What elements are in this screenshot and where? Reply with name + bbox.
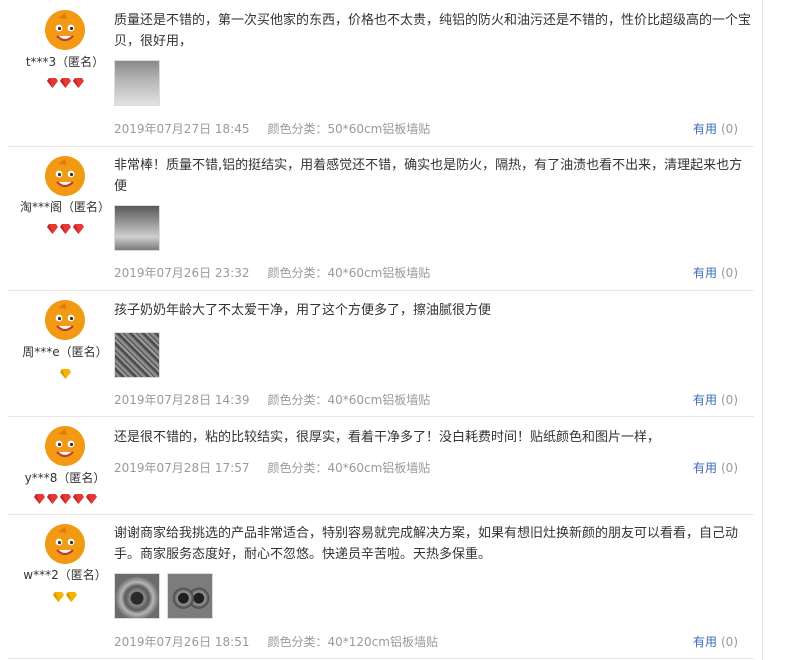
review-item: w***2（匿名） 谢谢商家给我挑选的产品非常适合，特别容易就完成解决方案，如果… [8,514,754,659]
buyer-rank-badge [8,587,122,602]
reviewer-name: 周***e（匿名） [22,345,108,359]
useful-count: (0) [721,122,738,136]
review-item: t***3（匿名） 质量还是不错的，第一次买他家的东西，价格也不太贵，纯铝的防火… [8,0,754,147]
review-text: 质量还是不错的，第一次买他家的东西，价格也不太贵，纯铝的防火和油污还是不错的，性… [114,13,752,49]
review-photo-thumbnail[interactable] [114,205,160,251]
useful-control: 有用 (0) [693,120,738,137]
review-date: 2019年07月26日 18:51 [114,635,250,649]
review-meta: 2019年07月28日 14:39 颜色分类：40*60cm铝板墙贴 [114,391,430,408]
review-photo-thumbnail[interactable] [114,332,160,378]
avatar[interactable] [45,300,85,340]
review-meta: 2019年07月26日 18:51 颜色分类：40*120cm铝板墙贴 [114,633,438,650]
sku-info: 颜色分类：40*120cm铝板墙贴 [267,635,438,649]
useful-count: (0) [721,266,738,280]
review-date: 2019年07月28日 14:39 [114,393,250,407]
avatar-face-icon [45,10,85,50]
useful-count: (0) [721,461,738,475]
buyer-rank-badge [8,219,122,234]
avatar-face-icon [45,524,85,564]
red-diamond-icon [33,494,45,504]
review-list: t***3（匿名） 质量还是不错的，第一次买他家的东西，价格也不太贵，纯铝的防火… [0,0,796,660]
avatar[interactable] [45,524,85,564]
review-item: 周***e（匿名） 孩子奶奶年龄大了不太爱干净，用了这个方便多了，擦油腻很方便 … [8,290,754,417]
red-diamond-icon [59,494,71,504]
sku-info: 颜色分类：50*60cm铝板墙贴 [267,122,431,136]
buyer-rank-badge [8,489,122,504]
useful-control: 有用 (0) [693,264,738,281]
review-meta: 2019年07月26日 23:32 颜色分类：40*60cm铝板墙贴 [114,264,430,281]
reviewer-name: t***3（匿名） [25,55,105,69]
review-photos [114,60,167,106]
review-photos [114,332,167,378]
gold-diamond-icon [53,592,64,602]
review-date: 2019年07月26日 23:32 [114,266,250,280]
useful-count: (0) [721,635,738,649]
buyer-rank-badge [8,73,122,88]
useful-control: 有用 (0) [693,459,738,476]
sku-info: 颜色分类：40*60cm铝板墙贴 [267,461,431,475]
red-diamond-icon [72,78,84,88]
review-text: 孩子奶奶年龄大了不太爱干净，用了这个方便多了，擦油腻很方便 [114,303,492,318]
avatar-face-icon [45,300,85,340]
reviewer-name: 淘***阁（匿名） [19,200,110,214]
review-photo-thumbnail[interactable] [114,60,160,106]
red-diamond-icon [85,494,97,504]
review-photos [114,573,220,619]
useful-count: (0) [721,393,738,407]
useful-control: 有用 (0) [693,391,738,408]
avatar-face-icon [45,156,85,196]
review-item: y***8（匿名） 还是很不错的，粘的比较结实，很厚实，看着干净多了！没白耗费时… [8,416,754,515]
red-diamond-icon [46,494,58,504]
review-text: 谢谢商家给我挑选的产品非常适合，特别容易就完成解决方案，如果有想旧灶换新颜的朋友… [114,526,739,562]
red-diamond-icon [59,78,71,88]
avatar[interactable] [45,156,85,196]
useful-control: 有用 (0) [693,633,738,650]
red-diamond-icon [59,224,71,234]
reviewer-name: y***8（匿名） [24,471,106,485]
review-meta: 2019年07月27日 18:45 颜色分类：50*60cm铝板墙贴 [114,120,430,137]
scroll-rail[interactable] [762,0,763,660]
sku-info: 颜色分类：40*60cm铝板墙贴 [267,266,431,280]
buyer-rank-badge [8,364,122,379]
useful-button[interactable]: 有用 [693,393,717,407]
gold-diamond-icon [59,369,71,379]
review-meta: 2019年07月28日 17:57 颜色分类：40*60cm铝板墙贴 [114,459,430,476]
review-item: 淘***阁（匿名） 非常棒！质量不错,铝的挺结实，用着感觉还不错，确实也是防火，… [8,146,754,291]
red-diamond-icon [46,78,58,88]
reviewer-name: w***2（匿名） [23,568,107,582]
red-diamond-icon [46,224,58,234]
review-date: 2019年07月28日 17:57 [114,461,250,475]
review-text: 非常棒！质量不错,铝的挺结实，用着感觉还不错，确实也是防火，隔热，有了油渍也看不… [114,158,743,194]
avatar[interactable] [45,426,85,466]
useful-button[interactable]: 有用 [693,266,717,280]
sku-info: 颜色分类：40*60cm铝板墙贴 [267,393,431,407]
review-photo-thumbnail[interactable] [114,573,160,619]
avatar[interactable] [45,10,85,50]
review-date: 2019年07月27日 18:45 [114,122,250,136]
gold-diamond-icon [66,592,77,602]
review-photo-thumbnail[interactable] [167,573,213,619]
red-diamond-icon [72,494,84,504]
red-diamond-icon [72,224,84,234]
review-photos [114,205,167,251]
useful-button[interactable]: 有用 [693,461,717,475]
useful-button[interactable]: 有用 [693,122,717,136]
useful-button[interactable]: 有用 [693,635,717,649]
review-text: 还是很不错的，粘的比较结实，很厚实，看着干净多了！没白耗费时间！贴纸颜色和图片一… [114,430,661,445]
avatar-face-icon [45,426,85,466]
